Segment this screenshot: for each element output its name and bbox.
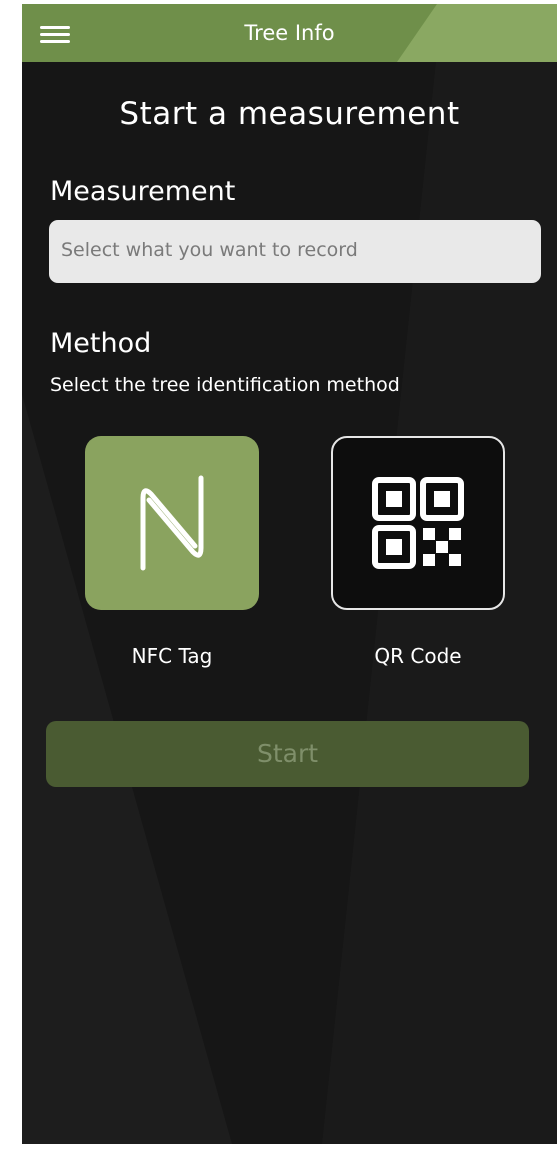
nfc-tag-label: NFC Tag (131, 644, 213, 668)
app-screen: Tree Info Start a measurement Measuremen… (22, 4, 557, 1144)
start-button-label: Start (256, 739, 319, 768)
main-content: Start a measurement Measurement Select w… (22, 4, 557, 1144)
qr-code-option[interactable] (331, 436, 505, 610)
nfc-tag-option[interactable] (85, 436, 259, 610)
page-title: Start a measurement (119, 96, 460, 132)
app-header: Tree Info (22, 4, 557, 62)
measurement-select[interactable]: Select what you want to record (49, 220, 541, 283)
measurement-label: Measurement (50, 176, 236, 207)
method-label: Method (50, 328, 152, 359)
nfc-icon (140, 475, 204, 571)
method-description: Select the tree identification method (50, 374, 400, 396)
measurement-select-placeholder: Select what you want to record (61, 239, 358, 261)
qr-code-label: QR Code (374, 644, 462, 668)
header-title: Tree Info (244, 21, 335, 45)
qr-code-icon (372, 477, 464, 569)
start-button[interactable]: Start (46, 721, 529, 787)
